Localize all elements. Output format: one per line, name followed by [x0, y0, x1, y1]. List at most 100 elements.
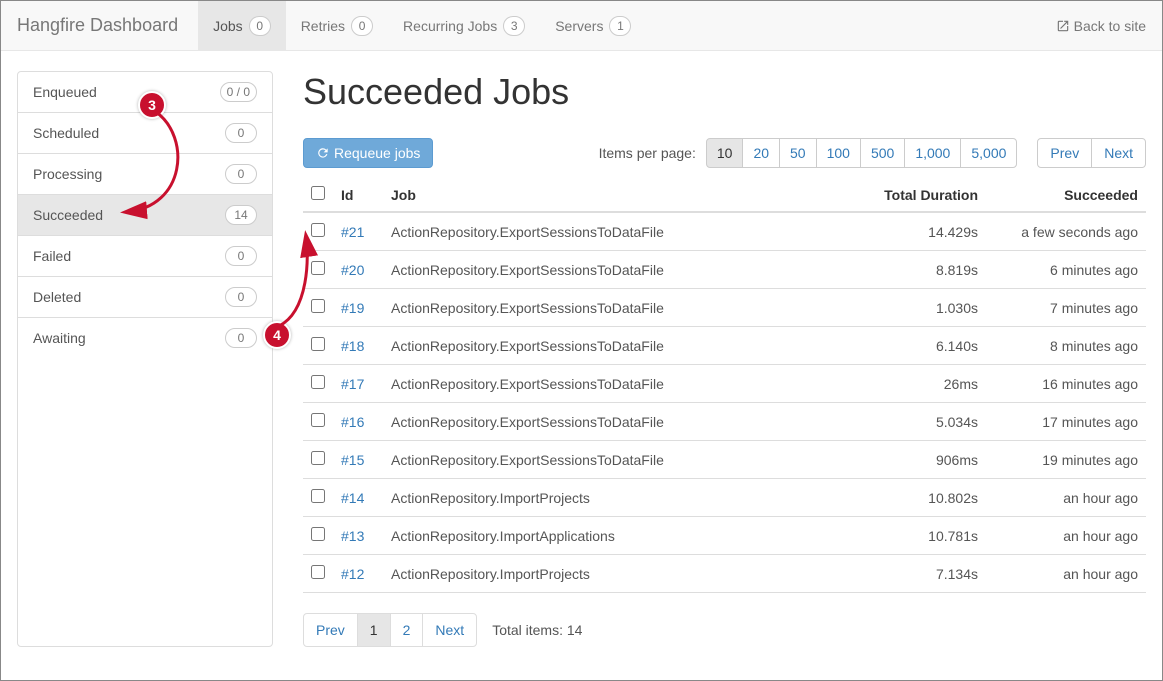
- job-id-link[interactable]: #20: [341, 262, 364, 278]
- table-row: #18ActionRepository.ExportSessionsToData…: [303, 327, 1146, 365]
- pager-next-top[interactable]: Next: [1091, 138, 1146, 168]
- job-when: 17 minutes ago: [986, 403, 1146, 441]
- nav-tab-jobs[interactable]: Jobs 0: [198, 1, 286, 50]
- row-checkbox[interactable]: [311, 527, 325, 541]
- nav-tab-recurring-jobs[interactable]: Recurring Jobs 3: [388, 1, 540, 50]
- items-per-page-label: Items per page:: [599, 145, 696, 161]
- table-row: #19 ActionRepository.ExportSessionsToData…: [303, 289, 1146, 327]
- job-when: 8 minutes ago: [986, 327, 1146, 365]
- row-checkbox[interactable]: [311, 299, 325, 313]
- job-id-link[interactable]: #12: [341, 566, 364, 582]
- row-checkbox[interactable]: [311, 413, 325, 427]
- brand[interactable]: Hangfire Dashboard: [17, 15, 198, 36]
- pager-prev[interactable]: Prev: [303, 613, 358, 647]
- col-succeeded: Succeeded: [986, 178, 1146, 212]
- sidebar-item-scheduled[interactable]: Scheduled 0: [18, 113, 272, 154]
- items-per-page-10[interactable]: 10: [706, 138, 744, 168]
- sidebar-item-count: 0: [225, 246, 257, 266]
- col-id: Id: [333, 178, 383, 212]
- requeue-jobs-label: Requeue jobs: [334, 145, 420, 161]
- pagination-row: Prev12Next Total items: 14: [303, 613, 1146, 647]
- sidebar-item-count: 0: [225, 164, 257, 184]
- job-duration: 906ms: [846, 441, 986, 479]
- job-duration: 7.134s: [846, 555, 986, 593]
- job-duration: 6.140s: [846, 327, 986, 365]
- nav-tab-retries[interactable]: Retries 0: [286, 1, 388, 50]
- job-id-link[interactable]: #13: [341, 528, 364, 544]
- items-per-page-20[interactable]: 20: [742, 138, 780, 168]
- main-content: Succeeded Jobs Requeue jobs Items per pa…: [303, 71, 1146, 647]
- sidebar-item-label: Failed: [33, 248, 71, 264]
- page-1[interactable]: 1: [357, 613, 391, 647]
- nav-tab-label: Jobs: [213, 18, 243, 34]
- items-per-page-5000[interactable]: 5,000: [960, 138, 1017, 168]
- nav-tab-label: Retries: [301, 18, 345, 34]
- row-checkbox[interactable]: [311, 223, 325, 237]
- nav-tab-count: 0: [351, 16, 373, 36]
- back-to-site-label: Back to site: [1074, 18, 1146, 34]
- job-id-link[interactable]: #21: [341, 224, 364, 240]
- job-id-link[interactable]: #17: [341, 376, 364, 392]
- back-to-site-link[interactable]: Back to site: [1056, 18, 1146, 34]
- requeue-jobs-button[interactable]: Requeue jobs: [303, 138, 433, 168]
- job-when: 7 minutes ago: [986, 289, 1146, 327]
- sidebar-item-processing[interactable]: Processing 0: [18, 154, 272, 195]
- job-duration: 8.819s: [846, 251, 986, 289]
- navbar: Hangfire Dashboard Jobs 0Retries 0Recurr…: [1, 1, 1162, 51]
- sidebar-item-label: Awaiting: [33, 330, 86, 346]
- sidebar-item-label: Processing: [33, 166, 102, 182]
- sidebar-item-deleted[interactable]: Deleted0: [18, 277, 272, 318]
- job-when: an hour ago: [986, 555, 1146, 593]
- job-duration: 10.781s: [846, 517, 986, 555]
- sidebar-item-label: Scheduled: [33, 125, 99, 141]
- items-per-page-500[interactable]: 500: [860, 138, 905, 168]
- job-duration: 10.802s: [846, 479, 986, 517]
- items-per-page-1000[interactable]: 1,000: [904, 138, 961, 168]
- table-row: #17ActionRepository.ExportSessionsToData…: [303, 365, 1146, 403]
- page-title: Succeeded Jobs: [303, 71, 1146, 113]
- job-name: ActionRepository.ImportProjects: [383, 555, 846, 593]
- controls-row: Requeue jobs Items per page: 10205010050…: [303, 138, 1146, 168]
- nav-tab-label: Servers: [555, 18, 603, 34]
- items-per-page-50[interactable]: 50: [779, 138, 817, 168]
- job-when: 16 minutes ago: [986, 365, 1146, 403]
- row-checkbox[interactable]: [311, 261, 325, 275]
- job-duration: 1.030s: [846, 289, 986, 327]
- job-name: ActionRepository.ExportSessionsToDataFil…: [383, 289, 846, 327]
- col-job: Job: [383, 178, 846, 212]
- pager-prev-top[interactable]: Prev: [1037, 138, 1092, 168]
- refresh-icon: [316, 146, 330, 160]
- job-id-link[interactable]: #16: [341, 414, 364, 430]
- row-checkbox[interactable]: [311, 565, 325, 579]
- job-when: an hour ago: [986, 479, 1146, 517]
- items-per-page: Items per page: 1020501005001,0005,000 P…: [599, 138, 1146, 168]
- sidebar-item-count: 0: [225, 123, 257, 143]
- page-2[interactable]: 2: [390, 613, 424, 647]
- row-checkbox[interactable]: [311, 375, 325, 389]
- job-id-link[interactable]: #14: [341, 490, 364, 506]
- sidebar-item-count: 14: [225, 205, 257, 225]
- sidebar-item-succeeded[interactable]: Succeeded 14: [18, 195, 272, 236]
- annotation-4: 4: [263, 321, 291, 349]
- job-id-link[interactable]: #18: [341, 338, 364, 354]
- select-all-checkbox[interactable]: [311, 186, 325, 200]
- table-row: #20ActionRepository.ExportSessionsToData…: [303, 251, 1146, 289]
- job-id-link[interactable]: #19: [341, 300, 364, 316]
- pager-next[interactable]: Next: [422, 613, 477, 647]
- sidebar-item-awaiting[interactable]: Awaiting 0: [18, 318, 272, 358]
- nav-tab-count: 0: [249, 16, 271, 36]
- sidebar-item-failed[interactable]: Failed 0: [18, 236, 272, 277]
- nav-tab-servers[interactable]: Servers 1: [540, 1, 646, 50]
- job-id-link[interactable]: #15: [341, 452, 364, 468]
- sidebar-item-count: 0: [225, 328, 257, 348]
- table-row: #13 ActionRepository.ImportApplications10…: [303, 517, 1146, 555]
- sidebar-item-label: Succeeded: [33, 207, 103, 223]
- job-name: ActionRepository.ImportApplications: [383, 517, 846, 555]
- row-checkbox[interactable]: [311, 337, 325, 351]
- job-duration: 14.429s: [846, 212, 986, 251]
- job-when: an hour ago: [986, 517, 1146, 555]
- row-checkbox[interactable]: [311, 489, 325, 503]
- row-checkbox[interactable]: [311, 451, 325, 465]
- items-per-page-100[interactable]: 100: [816, 138, 861, 168]
- total-items: Total items: 14: [492, 622, 582, 638]
